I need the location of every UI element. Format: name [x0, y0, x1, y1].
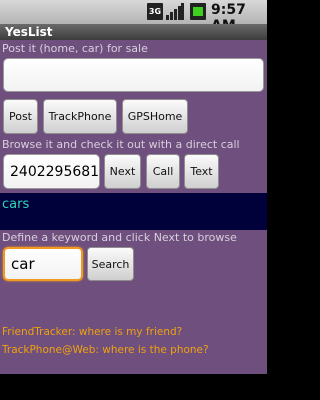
gpshome-button[interactable]: GPSHome [122, 99, 188, 134]
keyword-label: Define a keyword and click Next to brows… [2, 231, 237, 244]
result-display: cars [0, 193, 267, 230]
signal-strength-icon [166, 3, 184, 20]
app-title: YesList [5, 25, 53, 39]
result-text: cars [2, 197, 30, 212]
main-content: Post it (home, car) for sale Post TrackP… [0, 40, 267, 374]
text-button[interactable]: Text [184, 154, 219, 189]
call-button[interactable]: Call [146, 154, 180, 189]
app-title-bar: YesList [0, 24, 267, 40]
call-section-label: Browse it and check it out with a direct… [2, 138, 240, 151]
bottom-bar [0, 374, 267, 400]
next-button[interactable]: Next [104, 154, 141, 189]
network-3g-icon: 3G [147, 3, 163, 20]
search-button[interactable]: Search [87, 247, 134, 281]
battery-icon [190, 3, 206, 20]
phone-number-field[interactable]: 2402295681 [3, 154, 100, 189]
post-button[interactable]: Post [3, 99, 38, 134]
trackphone-button[interactable]: TrackPhone [43, 99, 117, 134]
keyword-input[interactable]: car [3, 247, 83, 281]
trackphone-web-link[interactable]: TrackPhone@Web: where is the phone? [2, 344, 209, 356]
post-label: Post it (home, car) for sale [2, 42, 148, 55]
status-bar: 3G 9:57 AM [0, 0, 267, 34]
friend-tracker-link[interactable]: FriendTracker: where is my friend? [2, 326, 182, 338]
post-input[interactable] [3, 58, 264, 92]
